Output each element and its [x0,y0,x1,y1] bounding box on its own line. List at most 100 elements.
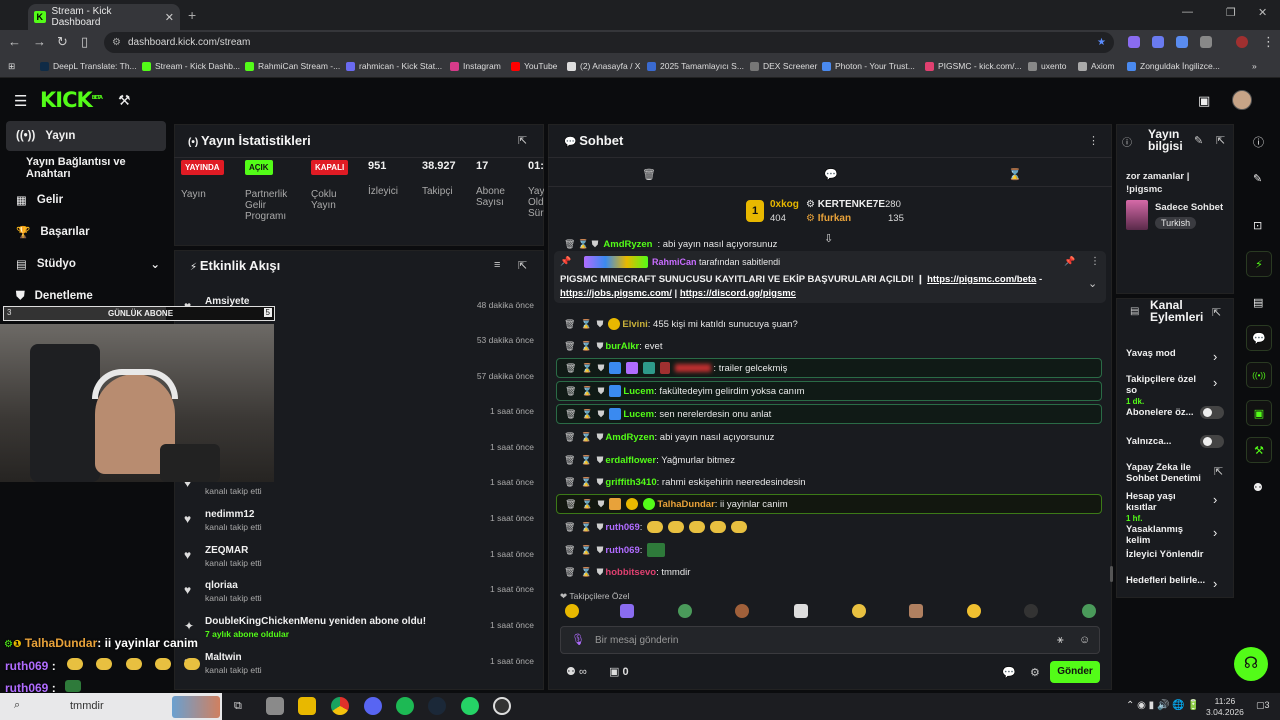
bookmark-item[interactable]: Photon - Your Trust... [822,61,915,71]
bookmark-item[interactable]: DeepL Translate: Th... [40,61,137,71]
popout-icon[interactable]: ⇱ [518,134,527,147]
timeout-icon[interactable]: ⌛ [580,567,591,578]
nav-stream-key[interactable]: Yayın Bağlantısı ve Anahtarı [6,153,166,183]
channel-action-item[interactable]: Hedefleri belirle... [1126,575,1208,586]
chat-username[interactable]: TalhaDundar [657,499,714,510]
delete-message-icon[interactable]: 🗑 [565,499,576,510]
ban-shield-icon[interactable]: ⛊ [598,386,605,397]
browser-tab[interactable]: K Stream - Kick Dashboard ✕ [28,4,180,30]
channel-action-item[interactable]: Hesap yaşı kısıtlar 1 hf. [1126,491,1208,524]
timeout-icon[interactable]: ⌛ [581,499,592,510]
delete-message-icon[interactable]: 🗑 [564,432,575,443]
emote-icon[interactable] [967,604,981,618]
delete-message-icon[interactable]: 🗑 [564,455,575,466]
browser-menu-icon[interactable]: ⋮ [1262,34,1275,50]
chat-username[interactable]: hobbitsevo [605,567,656,578]
reload-icon[interactable]: ↻ [57,34,68,50]
bookmark-item[interactable]: rahmican - Kick Stat... [346,61,442,71]
tray-icons[interactable]: ⌃ ◉ ▮ 🔊 🌐 🔋 [1126,700,1200,711]
notification-icon[interactable]: ▢3 [1256,700,1270,711]
emote-icon[interactable] [909,604,923,618]
timeout-icon[interactable]: ⌛ [581,386,592,397]
rail-broadcast-icon[interactable]: ((•)) [1246,362,1272,388]
delete-message-icon[interactable]: 🗑 [564,477,575,488]
emote-icon[interactable] [678,604,692,618]
delete-message-icon[interactable]: 🗑 [565,386,576,397]
timeout-icon[interactable]: ⌛ [580,545,591,556]
chat-username[interactable]: burAlkr [605,341,639,352]
bookmark-item[interactable]: Stream - Kick Dashb... [142,61,240,71]
steam-icon[interactable] [428,697,446,715]
nav-yayin[interactable]: ((•)) Yayın [6,121,166,151]
chat-username[interactable]: Lucem [623,409,654,420]
emote-icon[interactable] [620,604,634,618]
chat-input[interactable]: 🎙 Bir mesaj gönderin ⚹ ☺ [560,626,1100,654]
timeout-icon[interactable]: ⌛ [580,522,591,533]
chat-menu-icon[interactable]: ⋮ [1088,134,1099,147]
minimize-icon[interactable]: — [1182,6,1193,18]
toggle-switch[interactable] [1200,435,1224,448]
toggle-switch[interactable] [1200,406,1224,419]
gear-icon[interactable]: ⚙ [1030,666,1040,679]
edit-icon[interactable]: ✎ [1194,134,1203,147]
gift-count[interactable]: ▣ 0 [609,665,629,678]
bookmark-star-icon[interactable]: ★ [1097,32,1106,53]
pinned-link[interactable]: https://discord.gg/pigsmc [680,288,796,299]
obs-icon[interactable] [493,697,511,715]
chat-username[interactable]: Elvini [622,319,647,330]
channel-action-item[interactable]: Yapay Zeka ile Sohbet Denetimi [1126,462,1208,484]
channel-action-item[interactable]: Yavaş mod [1126,348,1208,359]
more-bookmarks-icon[interactable]: » [1252,61,1257,71]
document-icon[interactable]: ▤ [1253,296,1263,309]
rail-chat-icon[interactable]: 💬 [1246,325,1272,351]
emote-icon[interactable] [852,604,866,618]
ban-shield-icon[interactable]: ⛊ [598,409,605,420]
extensions-puzzle-icon[interactable] [1200,36,1212,48]
ban-shield-icon[interactable]: ⛊ [597,522,604,533]
timeout-icon[interactable]: ⌛ [580,455,591,466]
whatsapp-icon[interactable] [461,697,479,715]
user-avatar[interactable] [1232,90,1252,110]
filter-icon[interactable]: ≡ [494,259,500,271]
expand-icon[interactable]: ⌄ [1088,277,1097,290]
timeout-icon[interactable]: ⌛ [581,363,592,374]
popout-icon[interactable]: ⇱ [1212,306,1221,319]
chat-scrollbar[interactable] [1110,566,1113,582]
delete-message-icon[interactable]: 🗑 [564,341,575,352]
mic-icon[interactable]: 🎙 [571,633,585,646]
maximize-icon[interactable]: ❐ [1226,6,1236,19]
chrome-icon[interactable] [331,697,349,715]
timeout-icon[interactable]: ⌛ [580,341,591,352]
popout-icon[interactable]: ⇱ [1216,134,1225,147]
emote-icon[interactable] [1082,604,1096,618]
viewer-tools[interactable]: ⚉ ∞ [566,665,587,678]
back-icon[interactable]: ← [8,34,21,49]
bookmark-item[interactable]: 2025 Tamamlayıcı S... [647,61,744,71]
ban-shield-icon[interactable]: ⛊ [597,319,604,330]
channel-action-item[interactable]: Yasaklanmış kelim [1126,524,1208,546]
profile-avatar[interactable] [1236,36,1248,48]
timeout-icon[interactable]: ⌛ [580,477,591,488]
task-view-icon[interactable]: ⧉ [234,700,242,713]
category-thumbnail[interactable] [1126,200,1148,230]
chevron-right-icon[interactable]: › [1213,375,1217,390]
chevron-right-icon[interactable]: › [1213,576,1217,591]
new-tab-icon[interactable]: + [188,7,196,23]
ban-shield-icon[interactable]: ⛊ [597,477,604,488]
bookmark-item[interactable]: Zonguldak İngilizce... [1127,61,1220,71]
nav-basarilar[interactable]: 🏆 Başarılar [6,217,166,247]
ban-shield-icon[interactable]: ⛊ [597,567,604,578]
emoji-icon[interactable]: ☺ [1079,634,1090,646]
site-info-icon[interactable]: ⚙ [112,32,121,53]
dashboard-icon[interactable]: ▣ [1198,93,1210,109]
chat-username[interactable]: ruth069 [605,522,639,533]
ban-shield-icon[interactable]: ⛊ [597,455,604,466]
ban-shield-icon[interactable]: ⛊ [598,363,605,374]
channel-action-item[interactable]: Yalnızca... [1126,436,1208,447]
popout-icon[interactable]: ⇱ [518,259,527,272]
app-icon[interactable] [266,697,284,715]
translate-icon[interactable]: ⚹ [1057,634,1064,647]
forward-icon[interactable]: → [33,34,46,49]
channel-action-item[interactable]: Abonelere öz... [1126,407,1208,418]
channel-action-item[interactable]: İzleyici Yönlendir [1126,549,1208,560]
